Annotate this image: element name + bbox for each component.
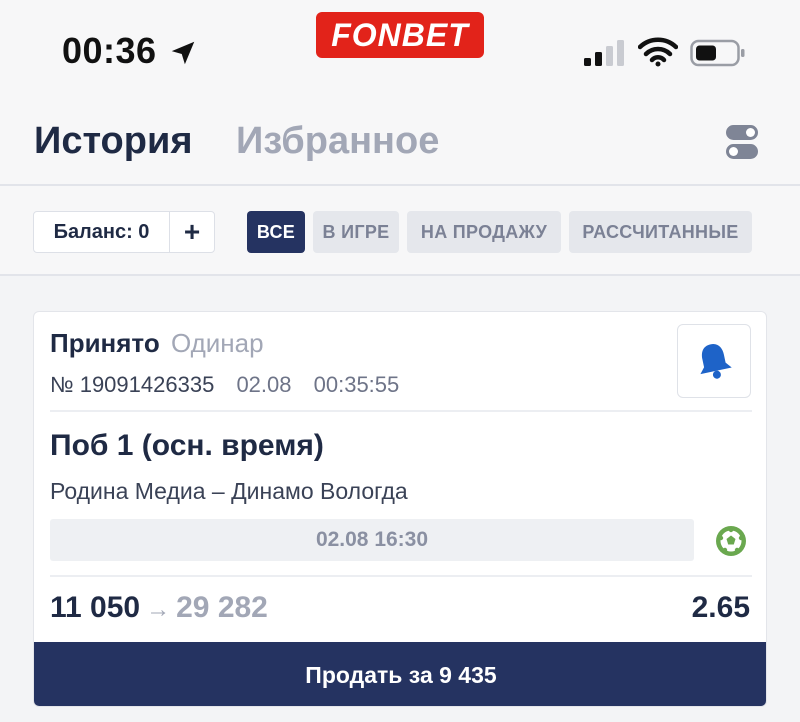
balance-widget: Баланс: 0 +: [33, 211, 215, 253]
notify-button[interactable]: [677, 324, 751, 398]
status-time: 00:36: [62, 30, 157, 71]
bet-card[interactable]: Принято Одинар № 19091426335 02.08 00:35…: [33, 311, 767, 707]
bet-amounts: 11 050 → 29 282: [50, 591, 268, 625]
location-arrow-icon: [171, 41, 195, 65]
bet-date: 02.08: [236, 372, 292, 397]
filter-live[interactable]: В ИГРЕ: [313, 211, 399, 253]
filter-for-sale[interactable]: НА ПРОДАЖУ: [407, 211, 561, 253]
tab-favorites[interactable]: Избранное: [236, 120, 439, 163]
wifi-icon: [638, 37, 678, 67]
toggle-settings-icon[interactable]: [722, 122, 762, 162]
payout-amount: 29 282: [176, 591, 268, 624]
fonbet-logo: FONBET: [316, 12, 484, 58]
signal-icon: [584, 40, 624, 66]
bet-type: Одинар: [170, 328, 264, 358]
match-name: Родина Медиа – Динамо Вологда: [50, 478, 408, 504]
bet-odds: 2.65: [691, 591, 750, 624]
bell-icon: [700, 344, 732, 379]
stake-amount: 11 050: [50, 591, 141, 624]
soccer-ball-icon: [716, 526, 746, 556]
bet-time: 00:35:55: [313, 372, 400, 397]
arrow-right-icon: →: [146, 596, 171, 623]
sell-button[interactable]: Продать за 9 435: [34, 642, 766, 706]
divider: [50, 575, 752, 577]
divider: [50, 410, 752, 412]
header: История Избранное: [0, 100, 800, 186]
status-bar: 00:36 FONBET: [0, 0, 800, 100]
tab-history[interactable]: История: [34, 120, 193, 163]
bet-meta: № 19091426335 02.08 00:35:55: [50, 372, 399, 398]
filter-all[interactable]: ВСЕ: [247, 211, 305, 253]
event-datetime: 02.08 16:30: [50, 519, 694, 561]
add-balance-button[interactable]: +: [170, 212, 214, 252]
balance-label: Баланс: 0: [34, 212, 170, 252]
bet-number: № 19091426335: [50, 372, 215, 397]
bet-outcome: Поб 1 (осн. время): [50, 429, 324, 462]
filter-bar: Баланс: 0 + ВСЕ В ИГРЕ НА ПРОДАЖУ РАССЧИ…: [0, 186, 800, 276]
bet-status: Принято: [50, 328, 160, 358]
bet-status-line: Принято Одинар: [50, 328, 264, 359]
filter-settled[interactable]: РАССЧИТАННЫЕ: [569, 211, 752, 253]
battery-icon: [690, 39, 745, 67]
